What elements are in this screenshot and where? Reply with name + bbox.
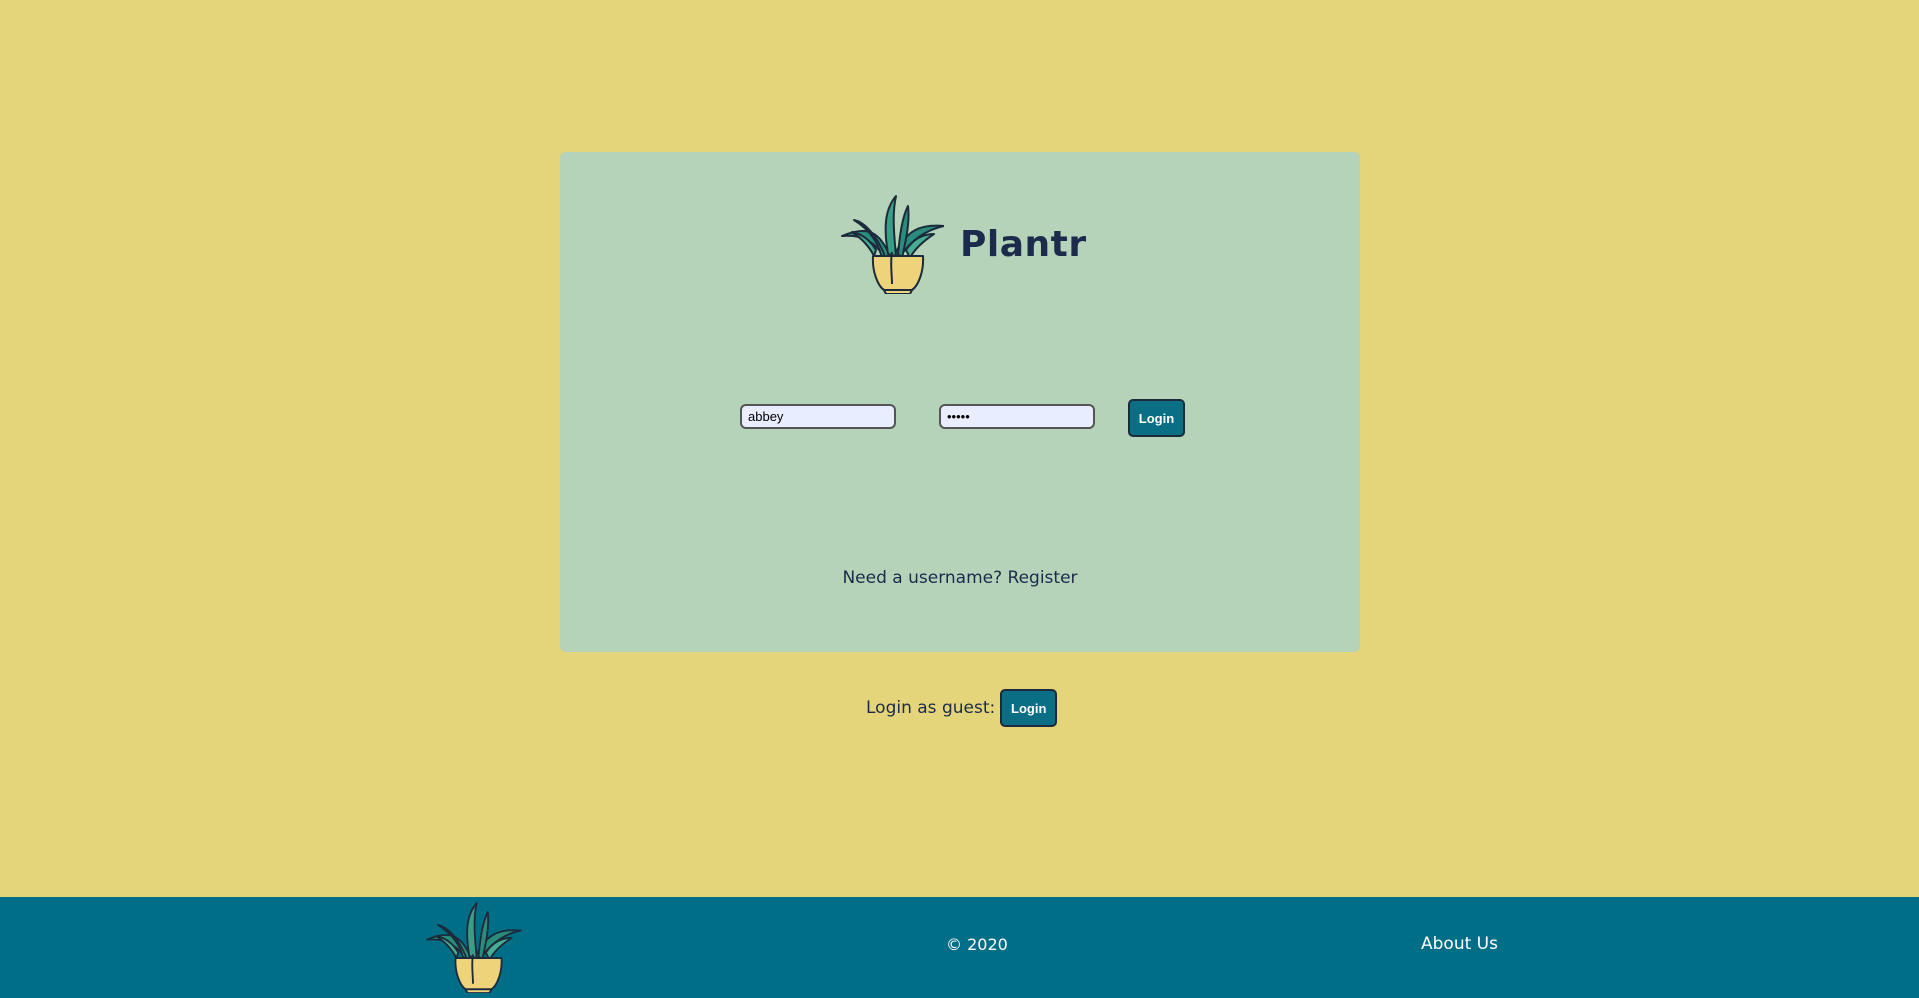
register-prompt: Need a username? Register — [560, 568, 1360, 588]
potted-plant-icon — [840, 194, 944, 294]
potted-plant-icon — [424, 901, 522, 993]
copyright-text: © 2020 — [946, 935, 1008, 954]
login-button[interactable]: Login — [1128, 399, 1185, 437]
guest-login-label: Login as guest: — [866, 698, 996, 718]
guest-login-button[interactable]: Login — [1000, 689, 1058, 727]
login-card: Plantr Login Need a username? Register — [560, 152, 1360, 652]
register-prompt-text: Need a username? — [842, 568, 1003, 588]
footer: © 2020 About Us — [0, 897, 1919, 998]
guest-login-row: Login as guest: Login — [866, 689, 1058, 727]
brand-title: Plantr — [960, 223, 1087, 265]
about-us-link[interactable]: About Us — [1421, 934, 1498, 954]
login-page: Plantr Login Need a username? Register L… — [0, 0, 1919, 998]
register-link[interactable]: Register — [1008, 568, 1078, 588]
username-input[interactable] — [740, 404, 896, 429]
brand-header: Plantr — [840, 194, 1087, 294]
password-input[interactable] — [939, 404, 1095, 429]
